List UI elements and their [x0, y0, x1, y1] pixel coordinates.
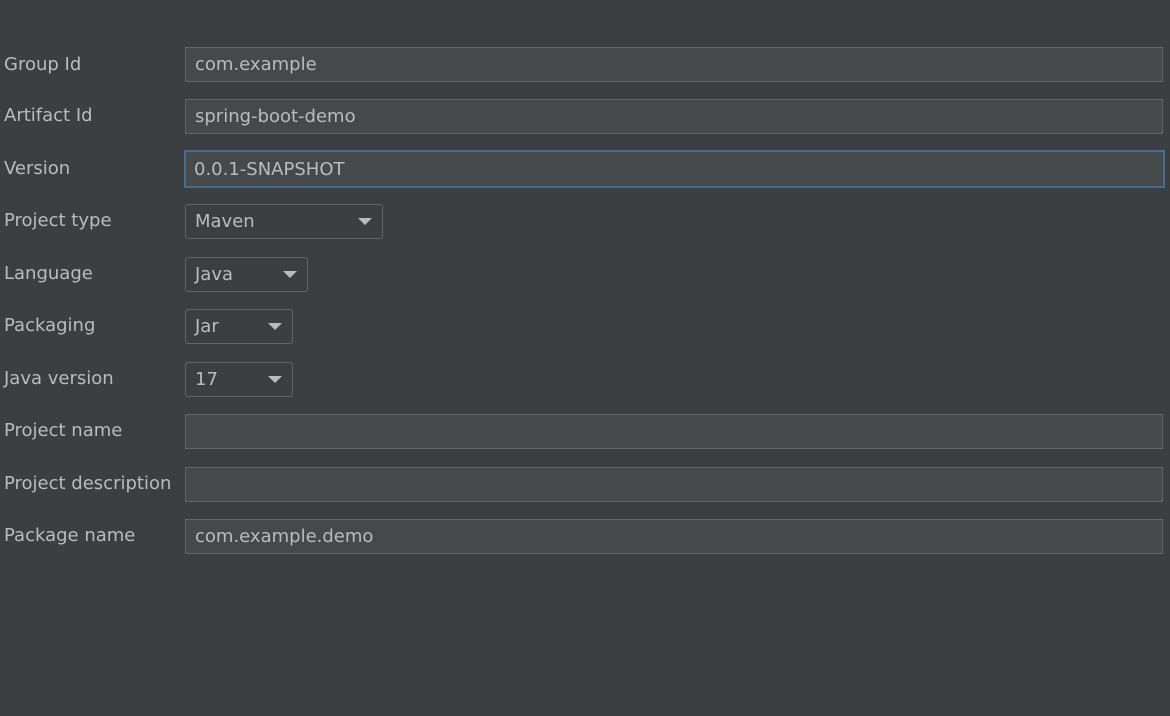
chevron-down-icon — [283, 271, 297, 278]
package-name-input[interactable] — [185, 519, 1163, 554]
chevron-down-icon — [268, 323, 282, 330]
packaging-select[interactable]: Jar — [185, 309, 293, 344]
project-name-input[interactable] — [185, 414, 1163, 449]
language-label: Language — [4, 263, 93, 284]
artifact-id-label: Artifact Id — [4, 105, 93, 126]
artifact-id-input[interactable] — [185, 99, 1163, 134]
version-input[interactable] — [184, 150, 1165, 188]
java-version-select[interactable]: 17 — [185, 362, 293, 397]
group-id-input[interactable] — [185, 47, 1163, 82]
project-type-select[interactable]: Maven — [185, 204, 383, 239]
language-select[interactable]: Java — [185, 257, 308, 292]
project-description-label: Project description — [4, 473, 172, 494]
java-version-value: 17 — [195, 369, 218, 390]
project-description-input[interactable] — [185, 467, 1163, 502]
group-id-label: Group Id — [4, 54, 82, 75]
package-name-label: Package name — [4, 525, 136, 546]
project-type-label: Project type — [4, 210, 112, 231]
chevron-down-icon — [268, 376, 282, 383]
version-label: Version — [4, 158, 71, 179]
chevron-down-icon — [358, 218, 372, 225]
language-value: Java — [195, 264, 234, 285]
java-version-label: Java version — [4, 368, 114, 389]
project-metadata-panel: ​ Group Id Artifact Id Version Project t… — [0, 0, 1170, 716]
project-type-value: Maven — [195, 211, 255, 232]
packaging-value: Jar — [195, 316, 219, 337]
project-name-label: Project name — [4, 420, 123, 441]
packaging-label: Packaging — [4, 315, 96, 336]
